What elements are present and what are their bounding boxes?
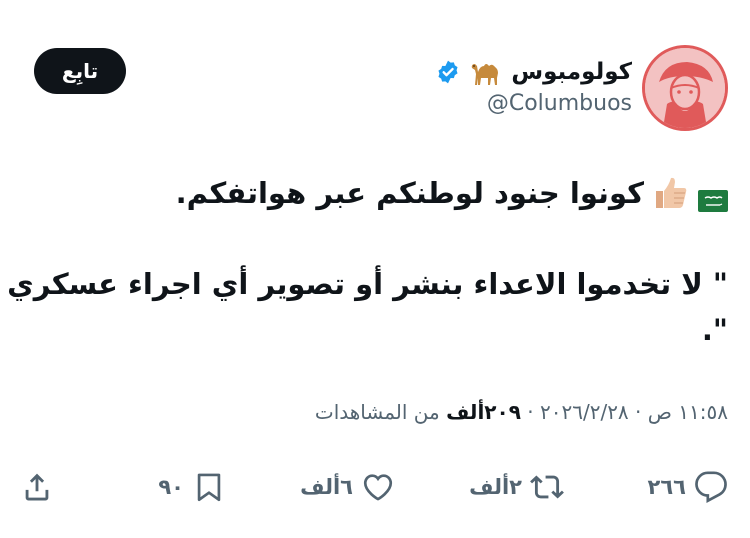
follow-button[interactable]: تابِع <box>34 48 126 94</box>
share-button[interactable] <box>20 462 54 512</box>
author-name-row: كولومبوس <box>435 55 632 89</box>
tweet-actions-bar: ٢٦٦ ٢ألف ٦ألف ٩٠ <box>0 462 750 512</box>
tweet-timestamp[interactable]: ١١:٥٨ ص · ٢٠٢٦/٢/٢٨ · <box>521 400 728 424</box>
like-button[interactable]: ٦ألف <box>300 462 395 512</box>
heart-icon <box>361 470 395 504</box>
reply-button[interactable]: ٢٦٦ <box>648 462 728 512</box>
views-label: من المشاهدات <box>314 400 447 424</box>
tweet-meta: ١١:٥٨ ص · ٢٠٢٦/٢/٢٨ · ٢٠٩ألف من المشاهدا… <box>315 400 728 424</box>
tweet-text-line-3: ". <box>701 313 728 347</box>
retweet-icon <box>530 470 564 504</box>
retweet-button[interactable]: ٢ألف <box>469 462 564 512</box>
thumbs-up-icon <box>652 175 690 211</box>
saudi-flag-icon <box>698 182 728 212</box>
tweet-text-line-2: " لا تخدموا الاعداء بنشر أو تصوير أي اجر… <box>7 267 728 301</box>
like-count: ٦ألف <box>300 475 353 499</box>
bookmark-count: ٩٠ <box>158 475 184 499</box>
camel-icon <box>469 58 503 86</box>
tweet-text-main: كونوا جنود لوطنكم عبر هواتفكم. <box>175 176 644 210</box>
avatar[interactable] <box>642 45 728 131</box>
share-icon <box>20 470 54 504</box>
author-handle[interactable]: @Columbuos <box>487 91 632 116</box>
author-display-name[interactable]: كولومبوس <box>511 59 632 85</box>
tweet-text-line-1: كونوا جنود لوطنكم عبر هواتفكم. <box>176 173 728 213</box>
reply-count: ٢٦٦ <box>647 475 686 499</box>
bookmark-button[interactable]: ٩٠ <box>158 462 226 512</box>
reply-icon <box>694 470 728 504</box>
verified-badge-icon[interactable] <box>435 59 461 85</box>
avatar-portrait-icon <box>645 48 725 128</box>
retweet-count: ٢ألف <box>469 475 522 499</box>
bookmark-icon <box>192 470 226 504</box>
views-count: ٢٠٩ألف <box>446 400 521 424</box>
